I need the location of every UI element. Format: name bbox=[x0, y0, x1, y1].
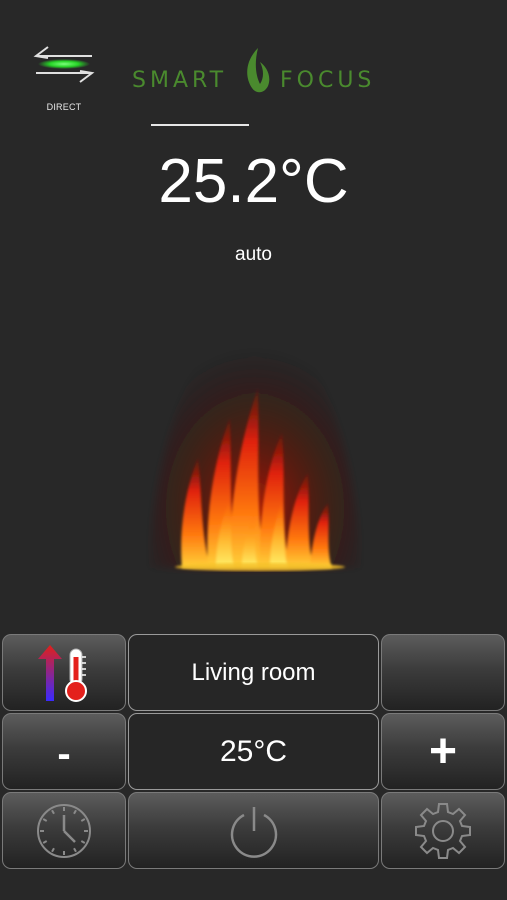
setpoint-display: 25°C bbox=[128, 713, 379, 790]
empty-button bbox=[381, 634, 505, 711]
timer-button[interactable] bbox=[2, 792, 126, 869]
current-temperature: 25.2°C bbox=[158, 147, 349, 216]
leaf-icon bbox=[247, 48, 270, 93]
divider bbox=[151, 124, 249, 126]
room-selector[interactable]: Living room bbox=[128, 634, 379, 711]
room-name: Living room bbox=[191, 658, 316, 686]
power-button[interactable] bbox=[128, 792, 379, 869]
flame-animation bbox=[120, 288, 390, 578]
direct-mode-toggle[interactable]: DIRECT bbox=[26, 40, 102, 114]
setpoint-value: 25°C bbox=[219, 734, 288, 768]
decrease-temperature-button[interactable]: - bbox=[2, 713, 126, 790]
power-icon bbox=[230, 806, 277, 858]
heat-mode-button[interactable] bbox=[2, 634, 126, 711]
logo-word-smart: SMART bbox=[132, 68, 228, 93]
settings-button[interactable] bbox=[381, 792, 505, 869]
brand-logo: SMART FOCUS bbox=[130, 44, 390, 100]
clock-icon bbox=[37, 803, 91, 858]
logo-word-focus: FOCUS bbox=[280, 68, 376, 93]
increase-temperature-button[interactable]: + bbox=[381, 713, 505, 790]
temperature-up-down-icon bbox=[38, 644, 87, 702]
minus-icon: - bbox=[57, 732, 71, 776]
arrows-swap-icon bbox=[33, 46, 95, 83]
mode-label: auto bbox=[235, 244, 272, 265]
plus-icon: + bbox=[428, 725, 458, 778]
direct-label: DIRECT bbox=[46, 102, 82, 112]
gear-icon bbox=[415, 802, 471, 859]
